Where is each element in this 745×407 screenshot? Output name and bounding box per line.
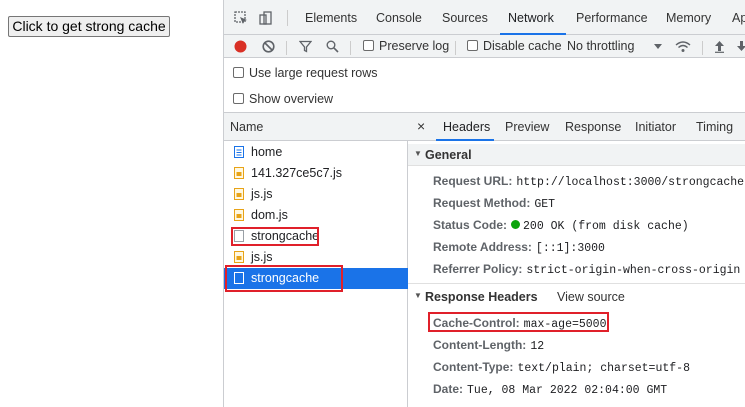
tab-console[interactable]: Console (376, 11, 422, 25)
record-icon[interactable] (234, 40, 247, 53)
request-name: home (251, 145, 283, 159)
inspect-element-icon[interactable] (234, 11, 248, 25)
device-toolbar-icon[interactable] (259, 11, 273, 25)
tab-memory[interactable]: Memory (666, 11, 711, 25)
tab-timing[interactable]: Timing (696, 120, 733, 134)
request-name: 141.327ce5c7.js (251, 166, 343, 180)
chevron-down-icon[interactable] (654, 44, 662, 50)
active-detail-tab-indicator (436, 139, 494, 141)
request-row-141-js[interactable]: 141.327ce5c7.js (224, 163, 408, 184)
request-row-home[interactable]: home (224, 142, 408, 163)
status-code-row: Status Code: 200 OK (from disk cache) (433, 218, 689, 233)
clear-icon[interactable] (262, 40, 275, 53)
request-url-row: Request URL: http://localhost:3000/strong… (433, 174, 745, 189)
script-icon (234, 251, 244, 263)
script-icon (234, 188, 244, 200)
request-name: js.js (251, 250, 273, 264)
close-icon[interactable]: × (417, 118, 425, 134)
throttling-value: No throttling (567, 39, 635, 53)
highlight-box (428, 312, 609, 332)
network-conditions-icon[interactable] (675, 40, 691, 53)
filter-icon[interactable] (299, 40, 312, 53)
show-overview-label: Show overview (249, 92, 334, 106)
request-row-js-js[interactable]: js.js (224, 184, 408, 205)
remote-address-row: Remote Address: [::1]:3000 (433, 240, 605, 255)
tab-network[interactable]: Network (508, 11, 554, 25)
tab-initiator[interactable]: Initiator (635, 120, 676, 134)
name-column-header[interactable]: Name (224, 113, 408, 141)
request-details: × Headers Preview Response Initiator Tim… (408, 113, 745, 407)
disable-cache-checkbox[interactable]: Disable cache (467, 39, 562, 53)
date-row: Date: Tue, 08 Mar 2022 02:04:00 GMT (433, 382, 668, 397)
view-source-link[interactable]: View source (557, 290, 625, 304)
request-row-dom-js[interactable]: dom.js (224, 205, 408, 226)
response-headers-section-header[interactable]: ▼ Response Headers View source (408, 286, 745, 308)
show-overview-checkbox[interactable]: Show overview (233, 92, 333, 106)
response-headers-title: Response Headers (425, 290, 538, 304)
throttling-select[interactable]: No throttling (567, 39, 634, 53)
upload-icon[interactable] (714, 40, 725, 53)
request-list: Name home 141.327ce5c7.js js.js dom.js s… (224, 113, 408, 407)
disable-cache-label: Disable cache (483, 39, 562, 53)
general-section-header[interactable]: ▼ General (408, 144, 745, 166)
detail-tabbar: × Headers Preview Response Initiator Tim… (408, 113, 745, 141)
devtools-tabbar: Elements Console Sources Network Perform… (224, 0, 745, 35)
network-options: Use large request rows Show overview (224, 58, 745, 113)
content-length-row: Content-Length: 12 (433, 338, 545, 353)
general-title: General (425, 148, 472, 162)
script-icon (234, 209, 244, 221)
get-strong-cache-button[interactable]: Click to get strong cache (8, 16, 170, 37)
script-icon (234, 167, 244, 179)
preserve-log-checkbox[interactable]: Preserve log (363, 39, 449, 53)
document-icon (234, 146, 244, 158)
collapse-triangle-icon: ▼ (414, 149, 422, 158)
tab-preview[interactable]: Preview (505, 120, 549, 134)
status-ok-dot-icon (511, 220, 521, 229)
content-type-row: Content-Type: text/plain; charset=utf-8 (433, 360, 690, 375)
request-name: js.js (251, 187, 273, 201)
highlight-box (231, 227, 319, 246)
large-rows-checkbox[interactable]: Use large request rows (233, 66, 378, 80)
tab-response[interactable]: Response (565, 120, 621, 134)
tab-sources[interactable]: Sources (442, 11, 488, 25)
tab-elements[interactable]: Elements (305, 11, 357, 25)
highlight-box (225, 265, 343, 292)
referrer-policy-row: Referrer Policy: strict-origin-when-cross… (433, 262, 741, 277)
tab-headers[interactable]: Headers (443, 120, 490, 134)
tab-performance[interactable]: Performance (576, 11, 648, 25)
tab-application[interactable]: Ap (732, 11, 745, 25)
download-icon[interactable] (736, 40, 745, 53)
large-rows-label: Use large request rows (249, 66, 378, 80)
devtools-panel: Elements Console Sources Network Perform… (223, 0, 745, 407)
request-name: dom.js (251, 208, 288, 222)
request-method-row: Request Method: GET (433, 196, 556, 211)
network-toolbar: Preserve log Disable cache No throttling (224, 35, 745, 58)
preserve-log-label: Preserve log (379, 39, 450, 53)
collapse-triangle-icon: ▼ (414, 291, 422, 300)
search-icon[interactable] (326, 40, 339, 53)
